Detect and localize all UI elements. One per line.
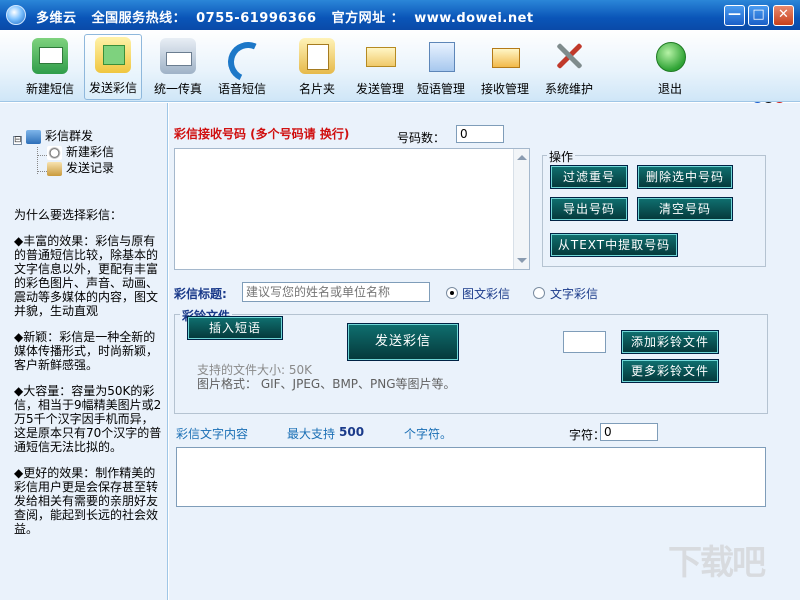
mms-group-icon: [26, 129, 41, 144]
operations-group-title: 操作: [547, 148, 576, 165]
left-panel: ⊟ 彩信群发 新建彩信 发送记录 为什么要选择彩信： ◆丰富的效果：彩信与原有的…: [0, 103, 168, 600]
toolbar-label: 接收管理: [480, 82, 529, 96]
toolbar-maintenance-button[interactable]: 系统维护: [541, 36, 597, 100]
tree-root-item[interactable]: 彩信群发: [26, 127, 93, 144]
send-mms-icon: [95, 37, 131, 73]
toolbar-label: 统一传真: [153, 82, 202, 96]
toolbar-send-mms-button[interactable]: 发送彩信: [84, 34, 142, 100]
toolbar-card-folder-button[interactable]: 名片夹: [292, 36, 342, 100]
toolbar-voice-sms-button[interactable]: 语音短信: [214, 36, 270, 100]
maintenance-icon: [551, 38, 587, 74]
tree-line: [37, 147, 38, 174]
title-bar: 多维云 全国服务热线： 0755-61996366 官方网址 ： www.dow…: [0, 0, 800, 30]
new-mms-icon: [47, 145, 62, 160]
why-paragraph: ◆大容量：容量为50K的彩信，相当于9幅精美图片或2万5千个汉字因手机而异，这是…: [14, 384, 162, 454]
tree-item-label: 发送记录: [66, 161, 115, 175]
image-format-hint: 图片格式： GIF、JPEG、BMP、PNG等图片等。: [197, 377, 456, 391]
recipient-scrollbar[interactable]: [513, 149, 529, 269]
scroll-up-icon[interactable]: [517, 155, 527, 160]
toolbar-fax-button[interactable]: 统一传真: [150, 36, 206, 100]
voice-sms-icon: [224, 38, 260, 74]
toolbar-send-manage-button[interactable]: 发送管理: [352, 36, 408, 100]
file-name-field[interactable]: [563, 331, 606, 353]
close-button[interactable]: ✕: [773, 5, 794, 26]
phrase-manage-icon: [423, 38, 459, 74]
tree-item-new-mms[interactable]: 新建彩信: [47, 143, 114, 160]
toolbar-label: 发送管理: [355, 82, 404, 96]
recipient-label: 彩信接收号码 (多个号码请 换行): [174, 127, 350, 141]
app-logo-icon: [6, 5, 26, 25]
delete-selected-button[interactable]: 删除选中号码: [638, 166, 732, 188]
char-count-field: 0: [600, 423, 658, 441]
receive-manage-icon: [487, 38, 523, 74]
subject-label: 彩信标题:: [174, 287, 227, 301]
recipient-count-label: 号码数：: [397, 131, 446, 145]
tree-item-send-record[interactable]: 发送记录: [47, 159, 114, 176]
tree-line: [37, 171, 47, 172]
insert-phrase-button[interactable]: 插入短语: [188, 317, 282, 339]
image-mms-radio[interactable]: [446, 287, 458, 299]
send-record-icon: [47, 161, 62, 176]
why-paragraph: ◆新颖：彩信是一种全新的媒体传播形式，时尚新颖，客户新鲜感强。: [14, 330, 159, 372]
content-max-value: 500: [339, 425, 365, 439]
recipient-count-field: 0: [456, 125, 504, 143]
watermark-logo: 下载吧: [668, 543, 766, 583]
exit-icon: [652, 38, 688, 74]
toolbar-label: 语音短信: [217, 82, 266, 96]
main-panel: 彩信接收号码 (多个号码请 换行) 号码数： 0 操作 过滤重号 删除选中号码 …: [169, 103, 800, 600]
send-manage-icon: [362, 38, 398, 74]
why-paragraph: ◆更好的效果：制作精美的彩信用户更是会保存甚至转发给相关有需要的亲朋好友查阅，能…: [14, 466, 159, 536]
content-label: 彩信文字内容: [176, 427, 249, 441]
content-max-suffix: 个字符。: [404, 427, 453, 441]
maximize-button[interactable]: □: [748, 5, 769, 26]
toolbar-exit-button[interactable]: 退出: [648, 36, 692, 100]
toolbar-label: 发送彩信: [88, 81, 137, 95]
toolbar-new-sms-button[interactable]: 新建短信: [22, 36, 78, 100]
toolbar-label: 退出: [657, 82, 682, 96]
tree-line: [37, 155, 47, 156]
filter-duplicate-button[interactable]: 过滤重号: [551, 166, 627, 188]
main-toolbar: 新建短信 发送彩信 统一传真 语音短信 名片夹 发送管理 短语管理 接收管理 系…: [0, 30, 800, 118]
mms-content-textarea[interactable]: [176, 447, 766, 507]
tree-root-label: 彩信群发: [45, 129, 94, 143]
toolbar-label: 新建短信: [25, 82, 74, 96]
content-max-prefix: 最大支持: [287, 427, 336, 441]
toolbar-label: 名片夹: [298, 82, 335, 96]
why-heading: 为什么要选择彩信：: [14, 208, 123, 222]
why-mms-info: 为什么要选择彩信： ◆丰富的效果：彩信与原有的普通短信比较，除基本的文字信息以外…: [14, 208, 162, 548]
add-ringtone-button[interactable]: 添加彩铃文件: [622, 331, 718, 353]
why-paragraph: ◆丰富的效果：彩信与原有的普通短信比较，除基本的文字信息以外，更配有丰富的彩色图…: [14, 234, 159, 318]
window-title: 多维云 全国服务热线： 0755-61996366 官方网址 ： www.dow…: [36, 11, 534, 26]
toolbar-label: 短语管理: [416, 82, 465, 96]
minimize-button[interactable]: —: [724, 5, 745, 26]
image-mms-label: 图文彩信: [462, 287, 511, 301]
new-sms-icon: [32, 38, 68, 74]
card-folder-icon: [299, 38, 335, 74]
text-mms-label: 文字彩信: [550, 287, 599, 301]
toolbar-label: 系统维护: [544, 82, 593, 96]
scroll-down-icon[interactable]: [517, 258, 527, 263]
send-mms-button[interactable]: 发送彩信: [348, 324, 458, 360]
tree-collapse-toggle[interactable]: ⊟: [13, 136, 22, 145]
clear-numbers-button[interactable]: 清空号码: [638, 198, 732, 220]
fax-icon: [160, 38, 196, 74]
toolbar-phrase-manage-button[interactable]: 短语管理: [413, 36, 469, 100]
recipient-numbers-textarea[interactable]: [174, 148, 530, 270]
extract-from-text-button[interactable]: 从TEXT中提取号码: [551, 234, 677, 256]
tree-item-label: 新建彩信: [66, 145, 115, 159]
more-ringtone-button[interactable]: 更多彩铃文件: [622, 360, 718, 382]
text-mms-radio[interactable]: [533, 287, 545, 299]
export-numbers-button[interactable]: 导出号码: [551, 198, 627, 220]
subject-input[interactable]: [242, 282, 430, 302]
toolbar-receive-manage-button[interactable]: 接收管理: [477, 36, 533, 100]
